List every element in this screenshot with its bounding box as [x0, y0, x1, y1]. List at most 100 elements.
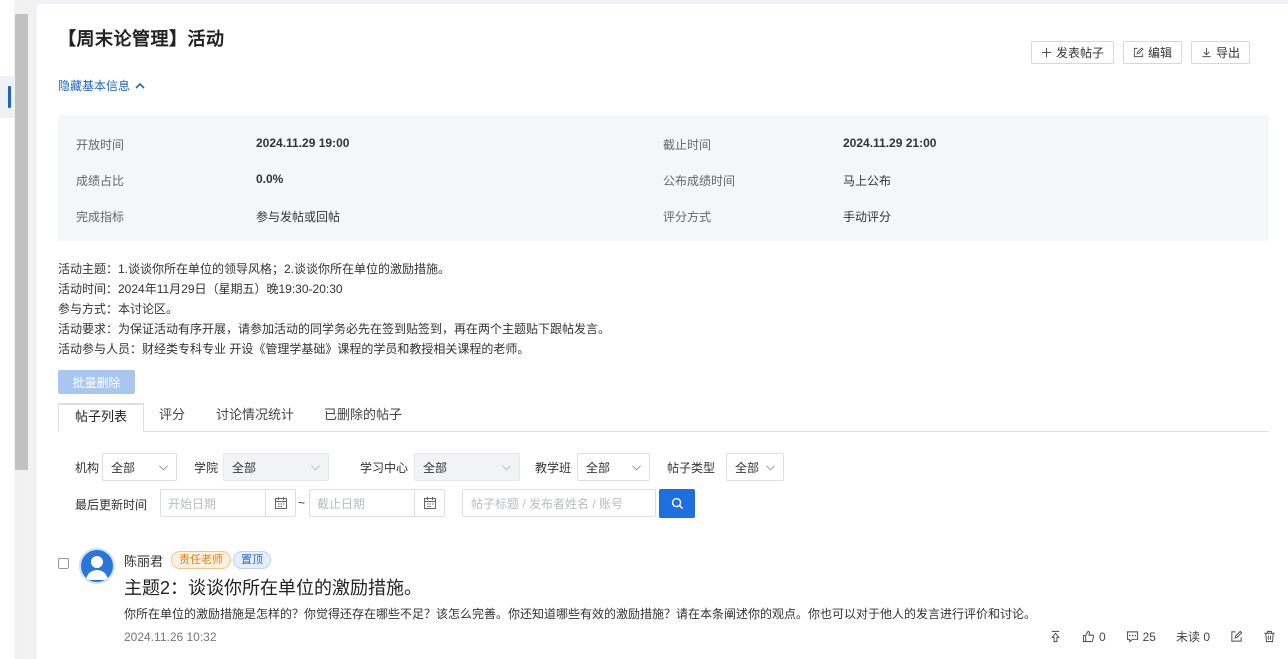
- info-value-score-ratio: 0.0%: [256, 172, 284, 186]
- post-actions: 0 25 未读 0: [1029, 628, 1276, 645]
- unread-action[interactable]: 未读 0: [1176, 628, 1210, 645]
- filter-label-class: 教学班: [535, 461, 572, 475]
- activity-description: 活动主题：1.谈谈你所在单位的领导风格；2.谈谈你所在单位的激励措施。 活动时间…: [58, 259, 610, 359]
- info-value-publish-time: 马上公布: [843, 174, 892, 188]
- edit-icon: [1133, 47, 1144, 58]
- info-label-grading: 评分方式: [663, 210, 712, 224]
- type-select[interactable]: 全部: [726, 453, 784, 481]
- export-button-label: 导出: [1215, 46, 1240, 60]
- college-select[interactable]: 全部: [223, 453, 329, 481]
- class-select-value: 全部: [586, 460, 611, 475]
- download-icon: [1202, 47, 1211, 58]
- calendar-icon: [274, 497, 287, 509]
- search-input[interactable]: 帖子标题 / 发布者姓名 / 账号: [462, 489, 656, 517]
- user-icon: [86, 556, 108, 580]
- post-author[interactable]: 陈丽君: [124, 551, 163, 570]
- filter-label-org: 机构: [75, 461, 100, 475]
- info-label-score-ratio: 成绩占比: [76, 174, 125, 188]
- toggle-basic-info[interactable]: 隐藏基本信息: [58, 77, 146, 94]
- class-select[interactable]: 全部: [577, 453, 650, 481]
- pin-action[interactable]: [1049, 630, 1062, 643]
- filter-label-updated: 最后更新时间: [75, 498, 148, 512]
- comment-count: 25: [1142, 629, 1156, 644]
- description-line: 参与方式：本讨论区。: [58, 302, 179, 316]
- post-date: 2024.11.26 10:32: [124, 630, 217, 644]
- basic-info-panel: 开放时间 2024.11.29 19:00 截止时间 2024.11.29 21…: [58, 115, 1269, 241]
- chevron-down-icon: [159, 465, 168, 471]
- type-select-value: 全部: [735, 460, 760, 475]
- start-date-placeholder: 开始日期: [168, 496, 217, 511]
- side-rail-active-marker[interactable]: [0, 76, 14, 118]
- info-label-completion: 完成指标: [76, 210, 125, 224]
- filter-label-college: 学院: [194, 461, 219, 475]
- chevron-down-icon: [311, 465, 320, 471]
- comment-action[interactable]: 25: [1126, 630, 1156, 644]
- tab-grading[interactable]: 评分: [159, 403, 185, 432]
- toggle-basic-info-label: 隐藏基本信息: [58, 79, 131, 93]
- tab-discussion-stats[interactable]: 讨论情况统计: [216, 403, 294, 432]
- tab-post-list[interactable]: 帖子列表: [58, 403, 145, 432]
- info-label-open-time: 开放时间: [76, 138, 125, 152]
- description-line: 活动要求：为保证活动有序开展，请参加活动的同学务必先在签到贴签到，再在两个主题贴…: [58, 322, 611, 336]
- post-button-label: 发表帖子: [1055, 46, 1104, 60]
- info-value-open-time: 2024.11.29 19:00: [256, 136, 350, 150]
- post-body: 你所在单位的激励措施是怎样的？你觉得还存在哪些不足？该怎么完善。你还知道哪些有效…: [124, 607, 1037, 621]
- edit-icon: [1231, 630, 1243, 642]
- end-date-input[interactable]: 截止日期: [309, 489, 445, 517]
- info-row: 完成指标 参与发帖或回帖 评分方式 手动评分: [58, 208, 1269, 228]
- calendar-icon: [423, 497, 436, 509]
- calendar-icon-wrap[interactable]: [265, 490, 295, 516]
- role-badge: 责任老师: [171, 551, 231, 569]
- post-button[interactable]: 发表帖子: [1030, 41, 1114, 64]
- post-checkbox[interactable]: [58, 558, 69, 569]
- page-title: 【周末论管理】活动: [58, 29, 225, 49]
- description-line: 活动参与人员：财经类专科专业 开设《管理学基础》课程的学员和教授相关课程的老师。: [58, 342, 530, 356]
- info-value-completion: 参与发帖或回帖: [256, 210, 341, 224]
- chevron-down-icon: [766, 465, 775, 471]
- search-icon: [671, 497, 683, 510]
- description-line: 活动主题：1.谈谈你所在单位的领导风格；2.谈谈你所在单位的激励措施。: [58, 262, 451, 276]
- chevron-down-icon: [632, 465, 641, 471]
- org-select[interactable]: 全部: [102, 453, 177, 481]
- center-select-value: 全部: [423, 460, 448, 475]
- unread-count: 未读 0: [1175, 630, 1210, 644]
- start-date-input[interactable]: 开始日期: [160, 489, 296, 517]
- info-label-publish-time: 公布成绩时间: [663, 174, 736, 188]
- scrollbar-track[interactable]: [14, 0, 30, 659]
- activity-card: 【周末论管理】活动 发表帖子 编辑 导出 隐藏基本信息 开放时间 2024.11…: [37, 4, 1288, 659]
- export-button[interactable]: 导出: [1190, 41, 1250, 64]
- org-select-value: 全部: [111, 460, 136, 475]
- avatar: [79, 548, 115, 584]
- chevron-down-icon: [502, 465, 511, 471]
- info-value-grading: 手动评分: [843, 210, 892, 224]
- post-title[interactable]: 主题2：谈谈你所在单位的激励措施。: [124, 574, 422, 600]
- description-line: 活动时间：2024年11月29日（星期五）晚19:30-20:30: [58, 282, 343, 296]
- chevron-up-icon: [135, 82, 145, 89]
- like-action[interactable]: 0: [1082, 630, 1106, 644]
- date-range-separator: ~: [298, 496, 306, 510]
- info-row: 开放时间 2024.11.29 19:00 截止时间 2024.11.29 21…: [58, 136, 1269, 156]
- pinned-badge: 置顶: [233, 551, 271, 569]
- gutter: [30, 0, 37, 659]
- like-count: 0: [1098, 629, 1106, 644]
- end-date-placeholder: 截止日期: [317, 496, 366, 511]
- center-select[interactable]: 全部: [414, 453, 520, 481]
- plus-icon: [1041, 47, 1052, 58]
- edit-post-action[interactable]: [1230, 630, 1243, 643]
- thumbs-up-icon: [1082, 630, 1094, 643]
- info-row: 成绩占比 0.0% 公布成绩时间 马上公布: [58, 172, 1269, 192]
- comment-icon: [1126, 631, 1138, 643]
- edit-button-label: 编辑: [1147, 46, 1172, 60]
- scrollbar-thumb[interactable]: [15, 14, 28, 470]
- filter-label-center: 学习中心: [360, 461, 409, 475]
- pin-top-icon: [1051, 630, 1060, 643]
- delete-post-action[interactable]: [1263, 630, 1276, 643]
- tab-bar: 帖子列表 评分 讨论情况统计 已删除的帖子: [58, 403, 1269, 432]
- edit-button[interactable]: 编辑: [1122, 41, 1182, 64]
- trash-icon: [1264, 630, 1275, 643]
- calendar-icon-wrap[interactable]: [414, 490, 444, 516]
- search-button[interactable]: [659, 489, 695, 518]
- info-label-end-time: 截止时间: [663, 138, 712, 152]
- batch-delete-button[interactable]: 批量删除: [58, 370, 135, 394]
- tab-deleted-posts[interactable]: 已删除的帖子: [324, 403, 402, 432]
